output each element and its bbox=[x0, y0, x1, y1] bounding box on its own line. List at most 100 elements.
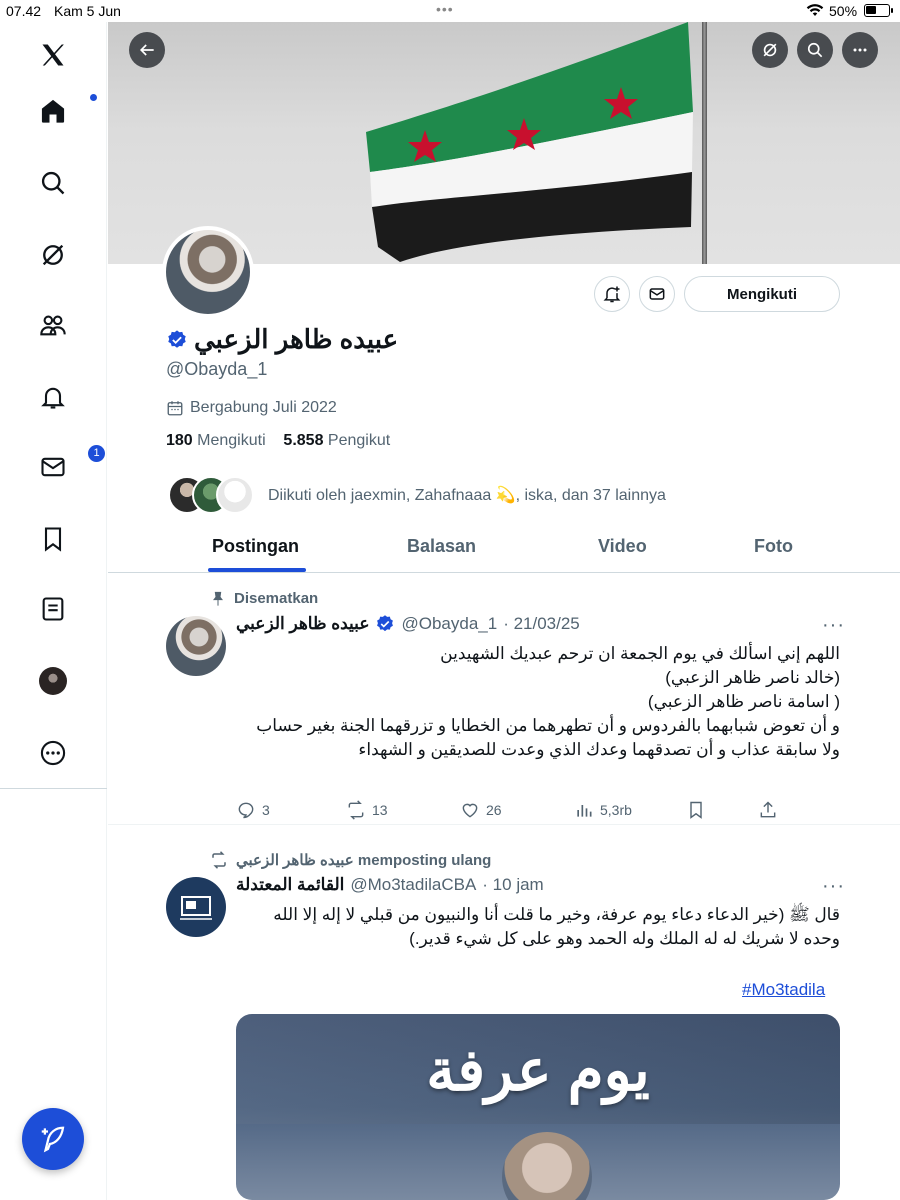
reply-button[interactable]: 3 bbox=[236, 800, 270, 820]
grok-profile-button[interactable] bbox=[752, 32, 788, 68]
share-button[interactable] bbox=[758, 800, 778, 820]
compose-post-button[interactable] bbox=[22, 1108, 84, 1170]
envelope-icon bbox=[649, 288, 665, 300]
post-time[interactable]: · 21/03/25 bbox=[503, 614, 580, 634]
post-more-button[interactable]: ··· bbox=[822, 875, 845, 898]
messages-badge: 1 bbox=[88, 445, 105, 462]
arrow-left-icon bbox=[139, 44, 154, 56]
repost-icon bbox=[348, 800, 364, 820]
compose-feather-icon bbox=[41, 1126, 65, 1153]
post-author-name[interactable]: عبيده ظاهر الزعبي bbox=[236, 614, 369, 634]
profile-name: عبيده ظاهر الزعبي bbox=[166, 324, 398, 355]
post-pinned[interactable]: Disematkan عبيده ظاهر الزعبي @Obayda_1 ·… bbox=[108, 574, 900, 824]
share-icon bbox=[760, 801, 776, 818]
search-icon[interactable] bbox=[32, 162, 74, 204]
repost-button[interactable]: 13 bbox=[346, 800, 388, 820]
media-title-text: يوم عرفة bbox=[426, 1038, 650, 1103]
post-author-handle[interactable]: @Mo3tadilaCBA bbox=[350, 875, 476, 895]
tab-video[interactable]: Video bbox=[598, 536, 647, 557]
like-count: 26 bbox=[486, 802, 502, 818]
status-bar: 07.42 Kam 5 Jun ••• 50% bbox=[0, 0, 900, 22]
like-button[interactable]: 26 bbox=[460, 800, 502, 820]
bell-plus-icon bbox=[603, 286, 621, 303]
messages-icon[interactable]: 1 bbox=[32, 445, 105, 488]
communities-icon[interactable] bbox=[32, 304, 74, 346]
lists-icon[interactable] bbox=[32, 588, 74, 630]
post-avatar[interactable] bbox=[166, 877, 226, 937]
battery-icon bbox=[864, 4, 893, 17]
tab-replies[interactable]: Balasan bbox=[407, 536, 476, 557]
pinned-text: Disematkan bbox=[234, 590, 319, 607]
grok-icon bbox=[763, 43, 777, 57]
post-text: اللهم إني اسألك في يوم الجمعة ان ترحم عب… bbox=[256, 644, 840, 759]
profile-main: Mengikuti عبيده ظاهر الزعبي @Obayda_1 Be… bbox=[108, 22, 900, 1200]
bookmark-button[interactable] bbox=[686, 800, 706, 820]
followed-by-text: Diikuti oleh jaexmin, Zahafnaaa 💫, iska,… bbox=[268, 487, 666, 504]
status-date: Kam 5 Jun bbox=[54, 3, 121, 19]
reply-count: 3 bbox=[262, 802, 270, 818]
repost-context-text: عبيده ظاهر الزعبي memposting ulang bbox=[236, 852, 492, 869]
profile-name-text: عبيده ظاهر الزعبي bbox=[194, 324, 399, 354]
multitasking-dots-icon[interactable]: ••• bbox=[436, 1, 454, 17]
views-chart-icon bbox=[577, 805, 592, 817]
post-author-name[interactable]: القائمة المعتدلة bbox=[236, 875, 344, 895]
profile-banner bbox=[108, 22, 900, 264]
following-link[interactable]: 180 Mengikuti bbox=[166, 432, 266, 449]
calendar-icon bbox=[167, 401, 183, 416]
pin-icon bbox=[213, 591, 223, 606]
back-button[interactable] bbox=[129, 32, 165, 68]
grok-icon[interactable] bbox=[32, 234, 74, 276]
following-button[interactable]: Mengikuti bbox=[684, 276, 840, 312]
profile-avatar-large[interactable] bbox=[162, 226, 254, 318]
post-author-handle[interactable]: @Obayda_1 bbox=[401, 614, 497, 634]
post-media-image[interactable]: يوم عرفة bbox=[236, 1014, 840, 1200]
views-count: 5,3rb bbox=[600, 802, 632, 818]
more-button[interactable] bbox=[842, 32, 878, 68]
battery-percent: 50% bbox=[829, 3, 858, 19]
wifi-icon bbox=[806, 4, 824, 16]
profile-handle: @Obayda_1 bbox=[166, 359, 268, 379]
search-profile-button[interactable] bbox=[797, 32, 833, 68]
join-date-text: Bergabung Juli 2022 bbox=[190, 399, 337, 416]
avatar bbox=[39, 667, 67, 695]
repost-icon bbox=[212, 851, 226, 869]
followed-by-row[interactable]: Diikuti oleh jaexmin, Zahafnaaa 💫, iska,… bbox=[168, 474, 666, 516]
tab-photos[interactable]: Foto bbox=[754, 536, 793, 557]
followers-link[interactable]: 5.858 Pengikut bbox=[283, 432, 390, 449]
post-actions: 3 13 26 5,3rb bbox=[236, 800, 796, 824]
reply-icon bbox=[238, 802, 254, 819]
mo3tadila-logo-icon bbox=[180, 896, 212, 920]
hashtag-link[interactable]: #Mo3tadila bbox=[742, 980, 825, 1000]
bookmark-icon bbox=[690, 801, 702, 819]
verified-badge-icon bbox=[377, 615, 394, 632]
message-button[interactable] bbox=[639, 276, 675, 312]
followers-count: 5.858 bbox=[283, 432, 324, 449]
home-icon[interactable] bbox=[32, 90, 97, 132]
following-label: Mengikuti bbox=[197, 432, 266, 449]
repost-context: عبيده ظاهر الزعبي memposting ulang bbox=[210, 851, 491, 869]
media-person-figure bbox=[502, 1132, 592, 1200]
post-text: قال ﷺ (خير الدعاء دعاء يوم عرفة، وخير ما… bbox=[273, 905, 840, 948]
views-button[interactable]: 5,3rb bbox=[574, 800, 632, 820]
repost-count: 13 bbox=[372, 802, 388, 818]
status-time: 07.42 bbox=[6, 3, 42, 19]
notifications-bell-icon[interactable] bbox=[32, 376, 74, 418]
join-date: Bergabung Juli 2022 bbox=[166, 399, 337, 417]
post-time[interactable]: · 10 jam bbox=[482, 875, 543, 895]
sidebar-divider bbox=[0, 788, 107, 789]
sidebar-nav: 1 bbox=[0, 22, 107, 1200]
post-avatar[interactable] bbox=[166, 616, 226, 676]
post-more-button[interactable]: ··· bbox=[822, 614, 845, 637]
search-icon bbox=[807, 42, 823, 58]
verified-badge-icon bbox=[168, 329, 186, 348]
more-horizontal-icon bbox=[853, 48, 867, 52]
tab-posts[interactable]: Postingan bbox=[212, 536, 299, 557]
following-count: 180 bbox=[166, 432, 193, 449]
followers-label: Pengikut bbox=[327, 432, 391, 449]
notify-button[interactable] bbox=[594, 276, 630, 312]
post-header: عبيده ظاهر الزعبي @Obayda_1 · 21/03/25 bbox=[236, 614, 580, 634]
more-options-icon[interactable] bbox=[32, 732, 74, 774]
bookmark-icon[interactable] bbox=[32, 518, 74, 560]
x-logo-icon[interactable] bbox=[32, 34, 74, 76]
profile-avatar[interactable] bbox=[32, 660, 74, 702]
